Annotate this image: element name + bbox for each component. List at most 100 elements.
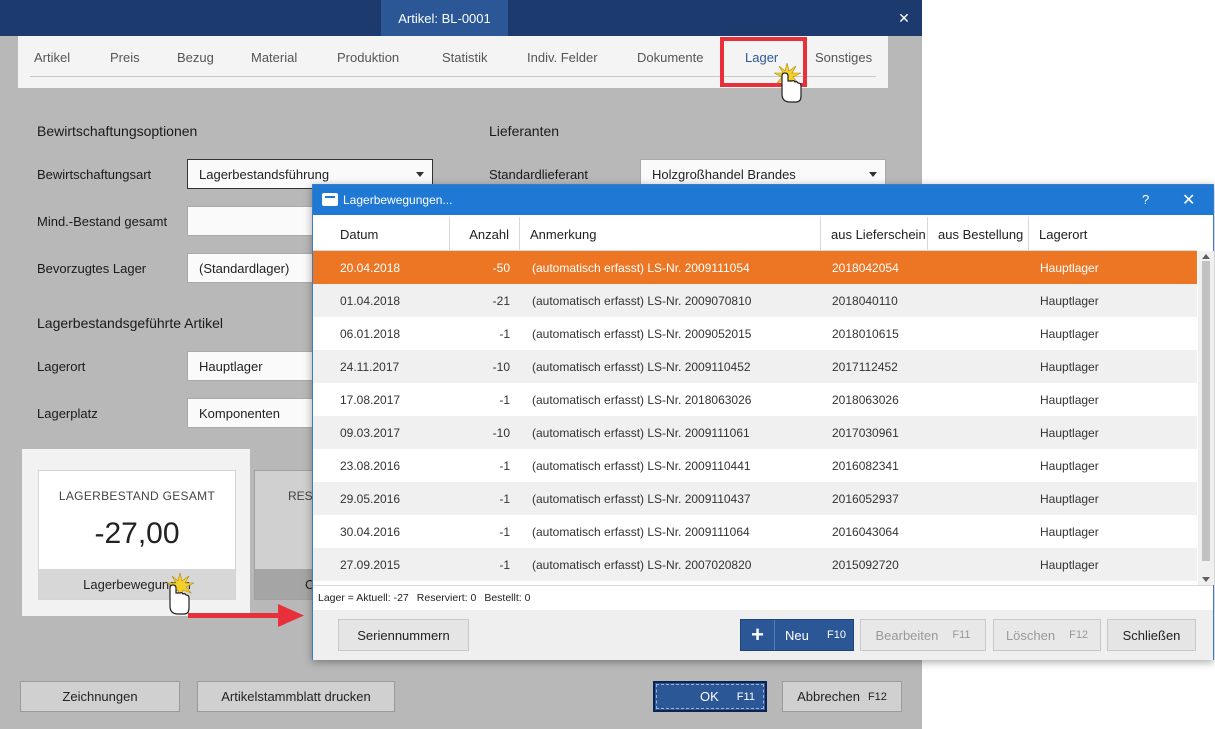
cell-anmerkung: (automatisch erfasst) LS-Nr. 2009111061 — [532, 425, 750, 440]
table-row[interactable]: 29.05.2016 -1 (automatisch erfasst) LS-Nr.… — [313, 482, 1197, 515]
column-header-datum[interactable]: Datum — [313, 217, 450, 251]
cell-datum: 17.08.2017 — [340, 392, 401, 407]
neu-button[interactable]: + Neu F10 — [740, 619, 854, 651]
cell-anmerkung: (automatisch erfasst) LS-Nr. 2009110437 — [532, 491, 751, 506]
tab-material[interactable]: Material — [251, 50, 297, 65]
cell-datum: 24.11.2017 — [340, 359, 400, 374]
column-header-lagerort[interactable]: Lagerort — [1029, 217, 1197, 251]
lagerbewegungen-table: Datum Anzahl Anmerkung aus Lieferschein … — [313, 217, 1197, 581]
table-header: Datum Anzahl Anmerkung aus Lieferschein … — [313, 217, 1197, 251]
neu-fkey: F10 — [827, 629, 846, 641]
table-row[interactable]: 20.04.2018 -50 (automatisch erfasst) LS-Nr… — [313, 251, 1197, 284]
cell-lagerort: Hauptlager — [1040, 557, 1099, 572]
table-row[interactable]: 27.09.2015 -1 (automatisch erfasst) LS-Nr.… — [313, 548, 1197, 581]
section-title-lieferanten: Lieferanten — [489, 123, 560, 139]
cell-anzahl: -1 — [499, 458, 510, 473]
cell-lieferschein: 2016082341 — [832, 458, 899, 473]
help-icon[interactable]: ? — [1142, 192, 1149, 207]
loeschen-button[interactable]: Löschen F12 — [993, 619, 1101, 651]
tab-indiv-felder[interactable]: Indiv. Felder — [527, 50, 598, 65]
status-bestellt: Bestellt: 0 — [484, 592, 531, 604]
tab-preis[interactable]: Preis — [110, 50, 140, 65]
loeschen-label: Löschen — [1005, 627, 1056, 643]
section-title-bewirtschaftung: Bewirtschaftungsoptionen — [37, 123, 198, 139]
seriennummern-button[interactable]: Seriennummern — [338, 619, 469, 651]
tab-statistik[interactable]: Statistik — [442, 50, 488, 65]
dialog-footer: Seriennummern + Neu F10 Bearbeiten F11 L… — [313, 610, 1213, 660]
cell-datum: 27.09.2015 — [340, 557, 401, 572]
cell-anmerkung: (automatisch erfasst) LS-Nr. 2018063026 — [532, 392, 752, 407]
ok-button[interactable]: OK F11 — [653, 681, 767, 712]
cell-lagerort: Hauptlager — [1040, 359, 1099, 374]
table-row[interactable]: 01.04.2018 -21 (automatisch erfasst) LS-Nr… — [313, 284, 1197, 317]
cell-lieferschein: 2016052937 — [832, 491, 899, 506]
click-burst-cursor-icon — [166, 572, 195, 615]
close-icon[interactable]: ✕ — [1182, 190, 1195, 210]
cell-anzahl: -50 — [492, 260, 510, 275]
standardlieferant-value: Holzgroßhandel Brandes — [652, 166, 796, 182]
status-lager: Lager = Aktuell: -27 — [318, 592, 409, 604]
column-header-lieferschein[interactable]: aus Lieferschein — [821, 217, 928, 251]
cell-lagerort: Hauptlager — [1040, 326, 1099, 341]
tab-bezug[interactable]: Bezug — [177, 50, 214, 65]
lagerbewegungen-button[interactable]: Lagerbewegungen — [39, 569, 235, 599]
lagerort-value: Hauptlager — [199, 358, 263, 374]
lagerort-select[interactable]: Hauptlager — [187, 351, 317, 381]
scroll-down-icon[interactable] — [1202, 577, 1210, 582]
cell-lieferschein: 2017030961 — [832, 425, 899, 440]
column-header-bestellung[interactable]: aus Bestellung — [928, 217, 1029, 251]
cell-anzahl: -1 — [499, 326, 510, 341]
lagerplatz-value: Komponenten — [199, 405, 280, 421]
bevorzugtes-lager-select[interactable]: (Standardlager) — [187, 253, 317, 283]
scroll-up-icon[interactable] — [1202, 254, 1210, 259]
kpi-title: LAGERBESTAND GESAMT — [58, 489, 216, 503]
click-burst-cursor-icon — [773, 62, 802, 103]
window-title: Artikel: BL-0001 — [381, 0, 508, 36]
cell-lagerort: Hauptlager — [1040, 260, 1099, 275]
section-title-lagerbestand: Lagerbestandsgeführte Artikel — [37, 315, 224, 331]
cell-lieferschein: 2018010615 — [832, 326, 899, 341]
artikelstammblatt-button[interactable]: Artikelstammblatt drucken — [197, 681, 395, 712]
close-icon[interactable]: ✕ — [886, 0, 922, 36]
cell-anzahl: -10 — [492, 425, 510, 440]
table-row[interactable]: 23.08.2016 -1 (automatisch erfasst) LS-Nr.… — [313, 449, 1197, 482]
cell-lieferschein: 2018040110 — [832, 293, 898, 308]
table-row[interactable]: 17.08.2017 -1 (automatisch erfasst) LS-Nr.… — [313, 383, 1197, 416]
column-header-anmerkung[interactable]: Anmerkung — [520, 217, 821, 251]
mindbestand-input[interactable] — [187, 206, 317, 236]
tab-produktion[interactable]: Produktion — [337, 50, 399, 65]
cell-datum: 29.05.2016 — [340, 491, 401, 506]
cell-lieferschein: 2018063026 — [832, 392, 899, 407]
vertical-scrollbar[interactable] — [1198, 251, 1214, 585]
cell-lieferschein: 2018042054 — [832, 260, 899, 275]
cell-lagerort: Hauptlager — [1040, 491, 1099, 506]
cell-anmerkung: (automatisch erfasst) LS-Nr. 2009111054 — [532, 260, 750, 275]
schliessen-button[interactable]: Schließen — [1107, 619, 1196, 651]
cell-lieferschein: 2016043064 — [832, 524, 899, 539]
lagerort-label: Lagerort — [37, 359, 86, 374]
window-title-bar: Artikel: BL-0001 ✕ — [0, 0, 922, 36]
lagerbewegungen-dialog: Lagerbewegungen... ? ✕ Datum Anzahl Anme… — [312, 184, 1214, 660]
abbrechen-button[interactable]: Abbrechen F12 — [782, 681, 902, 712]
tab-sonstiges[interactable]: Sonstiges — [815, 50, 872, 65]
tab-artikel[interactable]: Artikel — [34, 50, 70, 65]
tab-dokumente[interactable]: Dokumente — [637, 50, 703, 65]
lagerplatz-select[interactable]: Komponenten — [187, 398, 317, 428]
cell-lieferschein: 2015092720 — [832, 557, 899, 572]
cell-anmerkung: (automatisch erfasst) LS-Nr. 2007020820 — [532, 557, 752, 572]
cell-anzahl: -10 — [492, 359, 510, 374]
cell-anzahl: -21 — [492, 293, 510, 308]
cell-anmerkung: (automatisch erfasst) LS-Nr. 2009070810 — [532, 293, 752, 308]
scroll-thumb[interactable] — [1202, 261, 1210, 561]
table-row[interactable]: 24.11.2017 -10 (automatisch erfasst) LS-Nr… — [313, 350, 1197, 383]
lagerplatz-label: Lagerplatz — [37, 406, 98, 421]
cell-lagerort: Hauptlager — [1040, 425, 1099, 440]
cell-datum: 23.08.2016 — [340, 458, 401, 473]
zeichnungen-button[interactable]: Zeichnungen — [20, 681, 180, 712]
table-row[interactable]: 06.01.2018 -1 (automatisch erfasst) LS-Nr.… — [313, 317, 1197, 350]
column-header-anzahl[interactable]: Anzahl — [450, 217, 520, 251]
bearbeiten-button[interactable]: Bearbeiten F11 — [860, 619, 986, 651]
table-row[interactable]: 30.04.2016 -1 (automatisch erfasst) LS-Nr.… — [313, 515, 1197, 548]
abbrechen-label: Abbrechen — [797, 689, 860, 704]
table-row[interactable]: 09.03.2017 -10 (automatisch erfasst) LS-Nr… — [313, 416, 1197, 449]
